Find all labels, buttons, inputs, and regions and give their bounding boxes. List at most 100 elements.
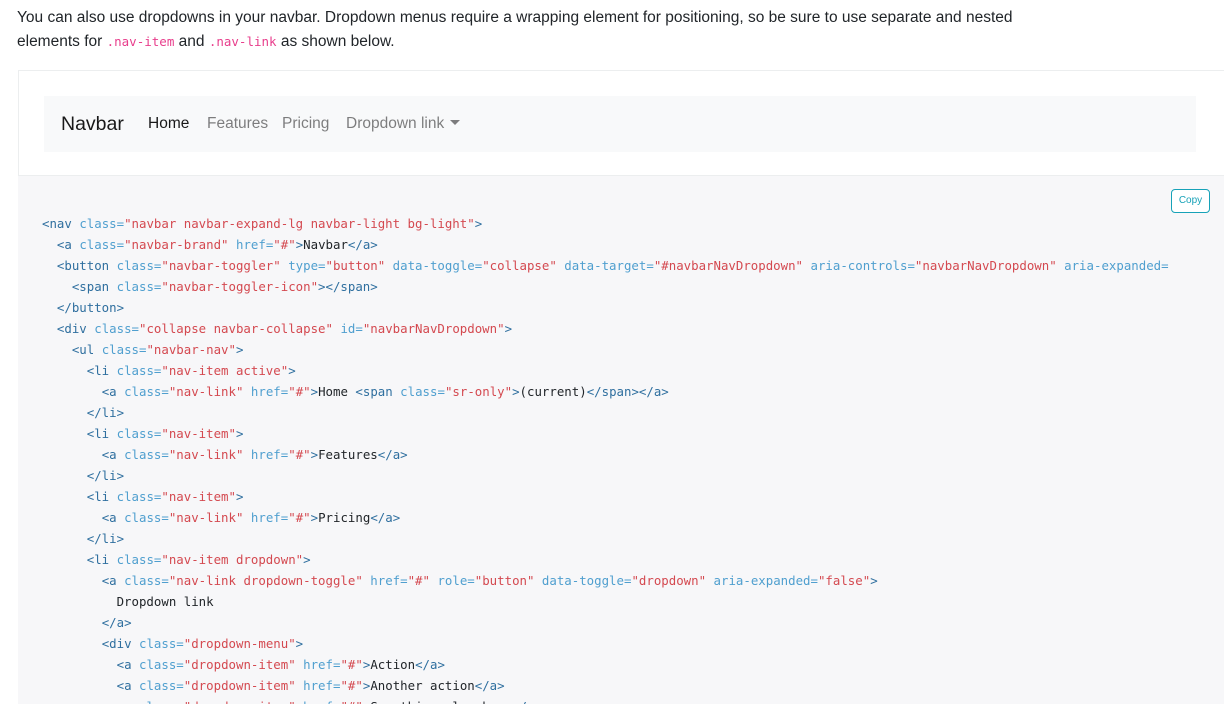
code-token: >: [512, 384, 520, 399]
code-token: class=: [124, 510, 169, 525]
code-line: <a class="nav-link" href="#">Home <span …: [42, 381, 1169, 402]
code-line: </li>: [42, 465, 1169, 486]
code-token: class=: [79, 237, 125, 252]
code-token: </a>: [370, 510, 401, 525]
code-token: href=: [303, 657, 341, 672]
code-token: <a: [56, 237, 80, 252]
code-line: </button>: [42, 297, 1169, 318]
code-token: >: [310, 384, 319, 399]
code-line: <a class="nav-link" href="#">Pricing</a>: [42, 507, 1169, 528]
code-token: aria-expanded=: [1064, 258, 1169, 273]
code-token: "#": [340, 699, 362, 704]
code-token: <div: [101, 636, 139, 651]
code-token: <a: [116, 657, 139, 672]
code-token: "button": [325, 258, 386, 273]
code-token: Navbar: [303, 237, 348, 252]
code-token: <button: [56, 258, 117, 273]
code-token: "#": [273, 237, 296, 252]
code-token: type=: [288, 258, 326, 273]
code-token: </a>: [101, 615, 132, 630]
code-token: "false": [817, 573, 871, 588]
code-token: data-toggle=: [392, 258, 483, 273]
nav-link-pricing[interactable]: Pricing: [282, 114, 329, 134]
code-token: "nav-item": [161, 489, 236, 504]
code-token: >: [235, 426, 244, 441]
code-token: >: [310, 510, 319, 525]
example-preview: Navbar Home Features Pricing Dropdown li…: [18, 70, 1224, 176]
code-token: <a: [101, 510, 125, 525]
code-token: class=: [116, 279, 162, 294]
code-token: >: [310, 447, 319, 462]
code-line: <span class="navbar-toggler-icon"></span…: [42, 276, 1169, 297]
code-token: >: [295, 636, 304, 651]
code-line: <li class="nav-item">: [42, 486, 1169, 507]
code-token: "dropdown": [631, 573, 707, 588]
code-line: <nav class="navbar navbar-expand-lg navb…: [42, 213, 1169, 234]
code-token: class=: [116, 258, 162, 273]
caret-down-icon: [450, 120, 461, 125]
code-token: class=: [124, 447, 169, 462]
code-line: <a class="nav-link dropdown-toggle" href…: [42, 570, 1169, 591]
code-line: <a class="navbar-brand" href="#">Navbar<…: [42, 234, 1169, 255]
code-token: "nav-link dropdown-toggle": [168, 573, 363, 588]
intro-paragraph: You can also use dropdowns in your navba…: [17, 6, 1017, 54]
code-token: Another action: [370, 678, 475, 693]
navbar-brand[interactable]: Navbar: [61, 112, 124, 136]
code-token: >: [870, 573, 878, 588]
code-token: </a>: [512, 699, 542, 704]
code-token: href=: [250, 510, 289, 525]
code-token: "#": [340, 678, 363, 693]
navbar: Navbar Home Features Pricing Dropdown li…: [44, 96, 1196, 152]
code-token: class=: [139, 657, 184, 672]
code-token: >: [474, 216, 483, 231]
code-token: id=: [340, 321, 363, 336]
code-line: </li>: [42, 402, 1169, 423]
code-token: </span></a>: [586, 384, 669, 399]
code-token: "nav-link": [168, 510, 244, 525]
code-token: "#": [288, 447, 311, 462]
code-token: "dropdown-menu": [183, 636, 296, 651]
code-listing: <nav class="navbar navbar-expand-lg navb…: [42, 213, 1169, 704]
code-token: class=: [139, 678, 184, 693]
code-token: "collapse navbar-collapse": [139, 321, 333, 336]
code-token: "nav-item": [161, 426, 236, 441]
code-token: "#": [288, 384, 311, 399]
nav-link-dropdown[interactable]: Dropdown link: [346, 114, 461, 134]
code-block: Copy <nav class="navbar navbar-expand-lg…: [18, 176, 1224, 704]
nav-link-features[interactable]: Features: [207, 114, 268, 134]
code-token: "nav-item active": [161, 363, 289, 378]
code-token: class=: [139, 636, 184, 651]
code-token: data-target=: [564, 258, 654, 273]
code-token: href=: [250, 384, 289, 399]
code-token: <a: [101, 573, 125, 588]
code-token: Home: [318, 384, 356, 399]
code-token: aria-controls=: [810, 258, 915, 273]
nav-link-home[interactable]: Home: [148, 114, 189, 134]
copy-button[interactable]: Copy: [1171, 189, 1210, 213]
code-token: "navbar navbar-expand-lg navbar-light bg…: [124, 216, 475, 231]
code-line: <li class="nav-item">: [42, 423, 1169, 444]
code-line: <button class="navbar-toggler" type="but…: [42, 255, 1169, 276]
code-token: "#": [340, 657, 363, 672]
code-token: "nav-link": [168, 447, 244, 462]
code-token: "dropdown-item": [183, 657, 296, 672]
code-token: "navbar-nav": [146, 342, 236, 357]
code-token: </li>: [86, 531, 125, 546]
code-line: <ul class="navbar-nav">: [42, 339, 1169, 360]
